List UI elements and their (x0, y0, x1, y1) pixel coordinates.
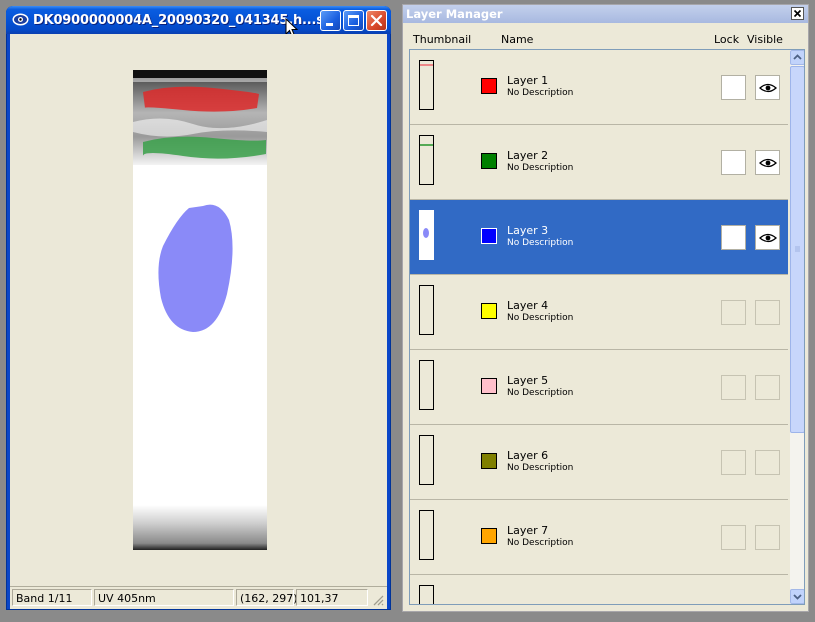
layer-name: Layer 5 (507, 374, 549, 387)
grip-icon (795, 246, 800, 252)
eye-icon (759, 233, 777, 243)
lock-toggle[interactable] (721, 525, 746, 550)
layer-description: No Description (507, 313, 574, 323)
visibility-toggle[interactable] (755, 225, 780, 250)
minimize-button[interactable] (320, 10, 341, 31)
layer-thumbnail (419, 360, 434, 410)
maximize-button[interactable] (343, 10, 364, 31)
close-button[interactable] (366, 10, 387, 31)
chevron-down-icon (793, 594, 802, 600)
status-bar: Band 1/11 UV 405nm (162, 297) 101,37 (10, 586, 387, 609)
resize-grip-icon[interactable] (371, 593, 385, 607)
layer-row[interactable]: Layer 3 No Description (410, 200, 788, 275)
cursor-coords: (162, 297) (236, 589, 298, 606)
layer-name: Layer 3 (507, 224, 549, 237)
layer-name: Layer 2 (507, 149, 549, 162)
layer-color-swatch[interactable] (481, 228, 497, 244)
layer-thumbnail (419, 435, 434, 485)
layer-thumbnail (419, 60, 434, 110)
visibility-toggle[interactable] (755, 375, 780, 400)
panel-title: Layer Manager (406, 7, 503, 21)
layer-row[interactable]: Layer 4 No Description (410, 275, 788, 350)
layer-manager-titlebar[interactable]: Layer Manager (403, 5, 808, 23)
wavelength-indicator: UV 405nm (94, 589, 234, 606)
layer-description: No Description (507, 238, 574, 248)
layer-name: Layer 1 (507, 74, 549, 87)
pixel-value: 101,37 (296, 589, 368, 606)
layer-name: Layer 7 (507, 524, 549, 537)
layer-color-swatch[interactable] (481, 153, 497, 169)
layer-row[interactable]: Layer 2 No Description (410, 125, 788, 200)
image-window: DK0900000004A_20090320_041345.h...s ... (6, 6, 391, 610)
lock-toggle[interactable] (721, 300, 746, 325)
lock-toggle[interactable] (721, 150, 746, 175)
layer-description: No Description (507, 163, 574, 173)
layer-description: No Description (507, 463, 574, 473)
layer-row[interactable]: Layer 7 No Description (410, 500, 788, 575)
image-window-titlebar[interactable]: DK0900000004A_20090320_041345.h...s ... (6, 6, 391, 38)
close-icon (370, 14, 383, 27)
layer-row[interactable]: Layer 5 No Description (410, 350, 788, 425)
layer-color-swatch[interactable] (481, 78, 497, 94)
maximize-icon (348, 15, 359, 26)
visibility-toggle[interactable] (755, 75, 780, 100)
layer-row-partial[interactable] (410, 575, 788, 604)
header-visible: Visible (747, 33, 783, 46)
layer-thumbnail (419, 285, 434, 335)
scrollbar-thumb[interactable] (790, 66, 804, 433)
layer-list-header: Thumbnail Name Lock Visible (409, 31, 805, 49)
header-name: Name (501, 33, 534, 46)
visibility-toggle[interactable] (755, 450, 780, 475)
sample-image[interactable] (133, 70, 267, 550)
minimize-icon (326, 23, 333, 26)
eye-icon (759, 83, 777, 93)
eye-icon (759, 158, 777, 168)
header-lock: Lock (714, 33, 740, 46)
layer-manager-panel: Layer Manager Thumbnail Name Lock Visibl… (402, 4, 809, 612)
layer-color-swatch[interactable] (481, 378, 497, 394)
eye-app-icon (12, 13, 29, 26)
layer-description: No Description (507, 388, 574, 398)
layer-name: Layer 6 (507, 449, 549, 462)
vertical-scrollbar[interactable] (790, 50, 804, 604)
visibility-toggle[interactable] (755, 525, 780, 550)
layer-row[interactable]: Layer 1 No Description (410, 50, 788, 125)
layer-description: No Description (507, 88, 574, 98)
layer-thumbnail (419, 585, 434, 604)
lock-toggle[interactable] (721, 375, 746, 400)
window-title: DK0900000004A_20090320_041345.h...s ... (33, 13, 323, 28)
layer-color-swatch[interactable] (481, 528, 497, 544)
layer-color-swatch[interactable] (481, 453, 497, 469)
chevron-up-icon (793, 54, 802, 60)
lock-toggle[interactable] (721, 450, 746, 475)
lock-toggle[interactable] (721, 75, 746, 100)
layer-description: No Description (507, 538, 574, 548)
visibility-toggle[interactable] (755, 150, 780, 175)
close-icon (793, 9, 802, 18)
band-indicator: Band 1/11 (12, 589, 92, 606)
scroll-up-button[interactable] (790, 50, 804, 65)
visibility-toggle[interactable] (755, 300, 780, 325)
layer-name: Layer 4 (507, 299, 549, 312)
scroll-down-button[interactable] (790, 589, 804, 604)
header-thumbnail: Thumbnail (413, 33, 472, 46)
panel-close-button[interactable] (791, 7, 804, 20)
layer-color-swatch[interactable] (481, 303, 497, 319)
layer-thumbnail (419, 135, 434, 185)
layer-thumbnail (419, 510, 434, 560)
image-canvas[interactable] (10, 34, 387, 586)
layer-thumbnail (419, 210, 434, 260)
layer-list[interactable]: Layer 1 No Description Layer 2 No Descripti… (409, 49, 805, 605)
layer-row[interactable]: Layer 6 No Description (410, 425, 788, 500)
lock-toggle[interactable] (721, 225, 746, 250)
